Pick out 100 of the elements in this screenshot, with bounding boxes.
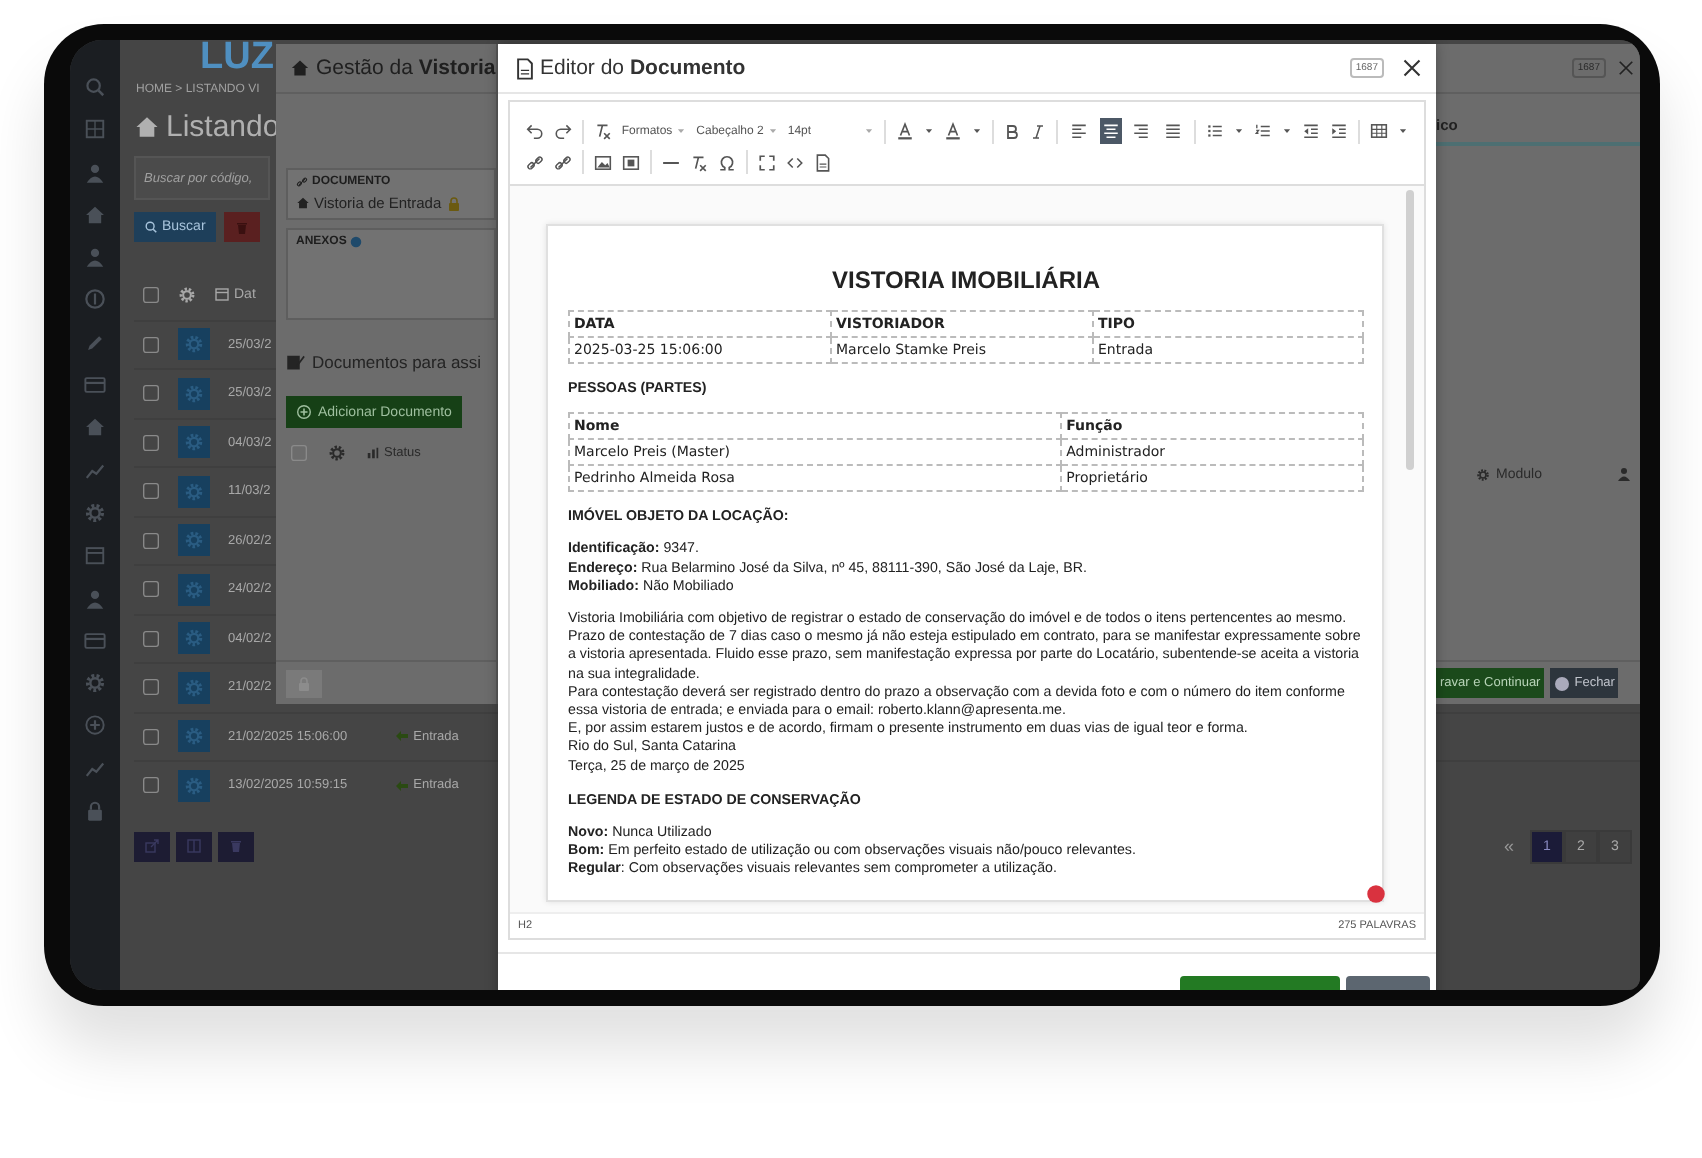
signature-icon — [286, 352, 306, 372]
align-right-icon — [1132, 122, 1151, 140]
bullet-list-icon[interactable] — [1206, 122, 1225, 140]
export-button[interactable] — [134, 831, 170, 861]
gear-icon[interactable] — [84, 672, 106, 695]
home-icon[interactable] — [84, 416, 106, 439]
row-settings-button[interactable] — [178, 524, 210, 557]
card-icon[interactable] — [84, 629, 106, 652]
indent-icon[interactable] — [1330, 122, 1349, 140]
share-icon — [144, 838, 160, 854]
first-page-link[interactable]: « — [1503, 836, 1514, 856]
user-icon[interactable] — [84, 161, 106, 184]
row-settings-button[interactable] — [178, 720, 210, 753]
media-icon[interactable] — [622, 153, 640, 171]
gear-icon — [184, 334, 204, 355]
gear-icon — [184, 677, 204, 698]
caret-icon — [864, 126, 875, 136]
undo-icon[interactable] — [526, 122, 544, 140]
align-justify-icon — [1164, 122, 1183, 140]
logo: LUZ — [200, 40, 274, 82]
row-settings-button[interactable] — [178, 573, 210, 606]
columns-icon — [186, 838, 202, 854]
gear-icon — [184, 726, 204, 747]
dialog-title: Editor do Documento — [540, 56, 746, 80]
row-settings-button[interactable] — [178, 377, 210, 410]
row-settings-button[interactable] — [178, 426, 210, 459]
clear-format-icon[interactable] — [690, 153, 708, 171]
checkbox[interactable] — [142, 629, 160, 648]
user-icon[interactable] — [84, 587, 106, 610]
checkbox[interactable] — [142, 285, 160, 304]
italic-icon[interactable] — [1030, 123, 1046, 139]
checkbox[interactable] — [142, 531, 160, 550]
gear-icon[interactable] — [84, 501, 106, 524]
checkbox[interactable] — [142, 580, 160, 599]
align-center-button[interactable] — [1099, 118, 1122, 144]
document-icon — [514, 57, 536, 79]
signature-button[interactable] — [286, 669, 322, 697]
scrollbar[interactable] — [1406, 190, 1414, 470]
card-icon[interactable] — [84, 374, 106, 397]
gear-icon — [184, 579, 204, 600]
link-icon[interactable] — [526, 153, 544, 171]
row-settings-button[interactable] — [178, 622, 210, 655]
checkbox[interactable] — [142, 727, 160, 746]
align-center-icon — [1101, 122, 1120, 140]
numbered-list-icon[interactable] — [1254, 122, 1273, 140]
checkbox[interactable] — [142, 384, 160, 403]
gear-icon — [184, 628, 204, 649]
clear-button[interactable] — [223, 212, 260, 242]
checkbox[interactable] — [142, 433, 160, 452]
calendar-icon[interactable] — [84, 544, 106, 567]
chart-icon[interactable] — [84, 459, 106, 482]
grid-icon[interactable] — [84, 118, 106, 141]
caret-icon — [1282, 126, 1293, 136]
table-icon[interactable] — [1369, 122, 1388, 140]
checkbox[interactable] — [290, 444, 308, 462]
plus-icon — [296, 404, 312, 420]
pencil-icon[interactable] — [84, 331, 106, 354]
lock-icon[interactable] — [84, 800, 106, 823]
gear-icon — [184, 383, 204, 404]
search-icon[interactable] — [84, 76, 106, 98]
preview-icon[interactable] — [814, 153, 832, 171]
page-title: Listando — [166, 109, 280, 143]
delete-button[interactable] — [218, 831, 254, 861]
outdent-icon[interactable] — [1302, 122, 1321, 140]
caret-icon — [767, 126, 778, 136]
help-icon — [350, 236, 363, 248]
checkbox[interactable] — [142, 482, 160, 501]
align-left-icon — [1069, 122, 1088, 140]
image-icon[interactable] — [594, 153, 612, 171]
gear-icon — [184, 481, 204, 502]
redo-icon[interactable] — [554, 122, 572, 140]
columns-button[interactable] — [176, 831, 212, 861]
clear-format-icon[interactable] — [593, 122, 612, 140]
chart-icon[interactable] — [84, 757, 106, 780]
caret-icon — [676, 126, 687, 136]
bold-icon[interactable] — [1004, 123, 1020, 139]
checkbox[interactable] — [142, 678, 160, 697]
user-icon — [1616, 466, 1632, 482]
checkbox[interactable] — [142, 335, 160, 354]
plus-icon[interactable] — [84, 714, 106, 737]
row-settings-button[interactable] — [178, 671, 210, 704]
notification-icon[interactable] — [1366, 884, 1386, 904]
highlight-color-icon[interactable] — [944, 122, 963, 140]
fullscreen-icon[interactable] — [758, 153, 776, 171]
search-icon — [144, 220, 158, 234]
section-title: Documentos para assi — [312, 352, 482, 372]
code-icon[interactable] — [786, 153, 804, 171]
text-color-icon[interactable] — [896, 122, 915, 140]
calendar-icon — [214, 286, 230, 303]
user-icon[interactable] — [84, 246, 106, 269]
home-icon[interactable] — [84, 203, 106, 226]
caret-icon — [1397, 126, 1408, 136]
gear-icon — [184, 530, 204, 551]
omega-icon[interactable] — [718, 153, 736, 171]
checkbox[interactable] — [142, 776, 160, 795]
gear-icon — [178, 285, 196, 304]
row-settings-button[interactable] — [178, 475, 210, 508]
row-settings-button[interactable] — [178, 769, 210, 802]
row-settings-button[interactable] — [178, 328, 210, 361]
link-icon — [296, 176, 308, 188]
